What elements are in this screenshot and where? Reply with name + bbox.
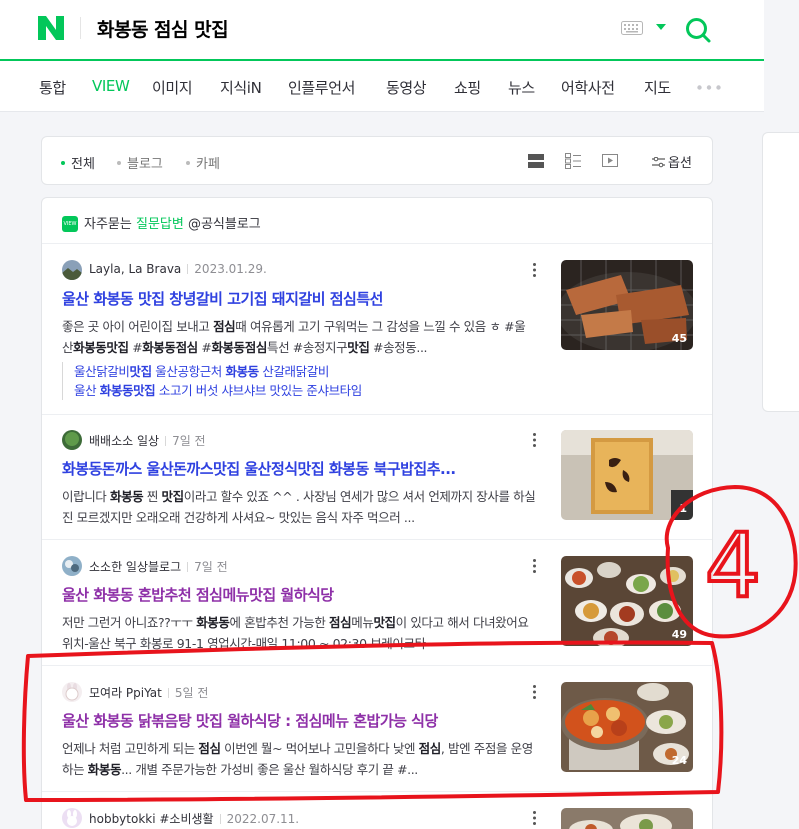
faq-banner[interactable]: VIEW 자주묻는 질문답변 @공식블로그 bbox=[62, 213, 261, 233]
avatar[interactable] bbox=[62, 682, 82, 702]
result-description: 저만 그런거 아니죠??ㅜㅜ 화봉동에 혼밥추천 가능한 점심메뉴맛집이 있다고… bbox=[62, 615, 529, 651]
result-title[interactable]: 울산 화봉동 닭볶음탕 맛집 월하식당 : 점심메뉴 혼밥가능 식당 bbox=[62, 710, 542, 731]
post-date: 2023.01.29. bbox=[194, 262, 267, 276]
result-item: 모여라 PpiYat 5일 전 울산 화봉동 닭볶음탕 맛집 월하식당 : 점심메… bbox=[62, 682, 693, 787]
logo-divider bbox=[80, 17, 81, 39]
more-vertical-icon[interactable] bbox=[533, 811, 536, 825]
tab-kin[interactable]: 지식iN bbox=[220, 77, 262, 98]
image-count-badge: 1 bbox=[679, 502, 687, 515]
result-meta: 소소한 일상블로그 7일 전 bbox=[89, 558, 228, 575]
post-date: 2022.07.11. bbox=[226, 812, 300, 826]
tab-integrated[interactable]: 통합 bbox=[39, 77, 66, 98]
result-meta: 배배소소 일상 7일 전 bbox=[89, 432, 206, 449]
keyboard-icon[interactable] bbox=[621, 21, 643, 35]
result-item: 소소한 일상블로그 7일 전 울산 화봉동 혼밥추천 점심메뉴맛집 월하식당 저만… bbox=[62, 556, 693, 661]
divider bbox=[42, 665, 712, 666]
related-post-link[interactable]: 울산 화봉동맛집 소고기 버섯 샤브샤브 맛있는 준샤브타임 bbox=[74, 381, 536, 400]
avatar[interactable] bbox=[62, 260, 82, 280]
result-item: Layla, La Brava 2023.01.29. 울산 화봉동 맛집 창녕갈… bbox=[62, 260, 693, 410]
result-item: hobbytokki #소비생활 2022.07.11. bbox=[62, 808, 693, 829]
result-item: 배배소소 일상 7일 전 화봉동돈까스 울산돈까스맛집 울산정식맛집 화봉동 북구… bbox=[62, 430, 693, 535]
result-thumbnail[interactable]: 45 bbox=[561, 260, 693, 350]
tab-view[interactable]: VIEW bbox=[92, 77, 130, 95]
tab-video[interactable]: 동영상 bbox=[386, 77, 427, 98]
filter-all[interactable]: 전체 bbox=[61, 153, 95, 172]
divider bbox=[42, 791, 712, 792]
tab-images[interactable]: 이미지 bbox=[152, 77, 193, 98]
result-thumbnail[interactable]: 49 bbox=[561, 556, 693, 646]
list-view-icon[interactable] bbox=[528, 153, 544, 169]
chevron-down-icon[interactable] bbox=[656, 24, 666, 30]
filter-blog[interactable]: 블로그 bbox=[117, 153, 163, 172]
view-results: VIEW 자주묻는 질문답변 @공식블로그 Layla, La Brava 2023… bbox=[41, 197, 713, 829]
avatar[interactable] bbox=[62, 808, 82, 828]
avatar[interactable] bbox=[62, 430, 82, 450]
more-vertical-icon[interactable] bbox=[533, 433, 536, 447]
related-post-link[interactable]: 울산닭갈비맛집 울산공항근처 화봉동 산갈래닭갈비 bbox=[74, 362, 536, 381]
tab-dictionary[interactable]: 어학사전 bbox=[561, 77, 615, 98]
annotation-number: 4 bbox=[705, 514, 761, 617]
tab-news[interactable]: 뉴스 bbox=[508, 77, 535, 98]
related-posts: 울산닭갈비맛집 울산공항근처 화봉동 산갈래닭갈비 울산 화봉동맛집 소고기 버… bbox=[62, 362, 536, 400]
divider bbox=[42, 414, 712, 415]
result-meta: Layla, La Brava 2023.01.29. bbox=[89, 262, 267, 276]
tab-shopping[interactable]: 쇼핑 bbox=[454, 77, 481, 98]
divider bbox=[42, 539, 712, 540]
author-name[interactable]: 모여라 PpiYat bbox=[89, 686, 162, 700]
search-icon[interactable] bbox=[684, 16, 712, 44]
result-description: 언제나 처럼 고민하게 되는 점심 이번엔 뭘~ 먹어보나 고민을하다 낮엔 점… bbox=[62, 741, 533, 777]
tab-map[interactable]: 지도 bbox=[644, 77, 671, 98]
search-tabs: 통합 VIEW 이미지 지식iN 인플루언서 동영상 쇼핑 뉴스 어학사전 지도 bbox=[0, 61, 764, 112]
options-icon bbox=[652, 156, 665, 168]
image-count-badge: 49 bbox=[671, 628, 687, 641]
compact-view-icon[interactable] bbox=[565, 153, 581, 169]
result-meta: 모여라 PpiYat 5일 전 bbox=[89, 684, 208, 701]
author-name[interactable]: hobbytokki #소비생활 bbox=[89, 812, 214, 826]
post-date: 5일 전 bbox=[174, 686, 209, 700]
search-query[interactable]: 화봉동 점심 맛집 bbox=[97, 15, 229, 42]
result-thumbnail[interactable]: 1 bbox=[561, 430, 693, 520]
filter-bar: 전체 블로그 카페 옵션 bbox=[41, 136, 713, 185]
more-vertical-icon[interactable] bbox=[533, 685, 536, 699]
image-count-badge: 24 bbox=[671, 754, 687, 767]
result-title[interactable]: 울산 화봉동 맛집 창녕갈비 고기집 돼지갈비 점심특선 bbox=[62, 288, 542, 309]
video-view-icon[interactable] bbox=[602, 153, 618, 169]
result-meta: hobbytokki #소비생활 2022.07.11. bbox=[89, 810, 299, 827]
naver-logo[interactable] bbox=[38, 16, 64, 40]
side-panel-edge bbox=[762, 132, 799, 412]
more-vertical-icon[interactable] bbox=[533, 263, 536, 277]
divider bbox=[42, 243, 712, 244]
options-button[interactable]: 옵션 bbox=[652, 152, 692, 171]
filter-cafe[interactable]: 카페 bbox=[186, 153, 220, 172]
result-title[interactable]: 울산 화봉동 혼밥추천 점심메뉴맛집 월하식당 bbox=[62, 584, 542, 605]
result-description: 좋은 곳 아이 어린이집 보내고 점심때 여유롭게 고기 구워먹는 그 감성을 … bbox=[62, 319, 526, 355]
author-name[interactable]: 소소한 일상블로그 bbox=[89, 560, 181, 574]
result-thumbnail[interactable]: 24 bbox=[561, 682, 693, 772]
image-count-badge: 45 bbox=[671, 332, 687, 345]
result-description: 이랍니다 화봉동 찐 맛집이라고 할수 있죠 ^^ . 사장님 연세가 많으 셔… bbox=[62, 489, 536, 525]
result-thumbnail[interactable] bbox=[561, 808, 693, 829]
result-title[interactable]: 화봉동돈까스 울산돈까스맛집 울산정식맛집 화봉동 북구밥집추... bbox=[62, 458, 542, 479]
post-date: 7일 전 bbox=[194, 560, 228, 574]
view-badge-icon: VIEW bbox=[62, 215, 78, 232]
avatar[interactable] bbox=[62, 556, 82, 576]
tab-influencer[interactable]: 인플루언서 bbox=[288, 77, 355, 98]
more-vertical-icon[interactable] bbox=[533, 559, 536, 573]
more-icon[interactable] bbox=[697, 85, 721, 90]
post-date: 7일 전 bbox=[172, 434, 206, 448]
author-name[interactable]: Layla, La Brava bbox=[89, 262, 181, 276]
top-bar: 화봉동 점심 맛집 bbox=[0, 0, 764, 61]
author-name[interactable]: 배배소소 일상 bbox=[89, 434, 159, 448]
